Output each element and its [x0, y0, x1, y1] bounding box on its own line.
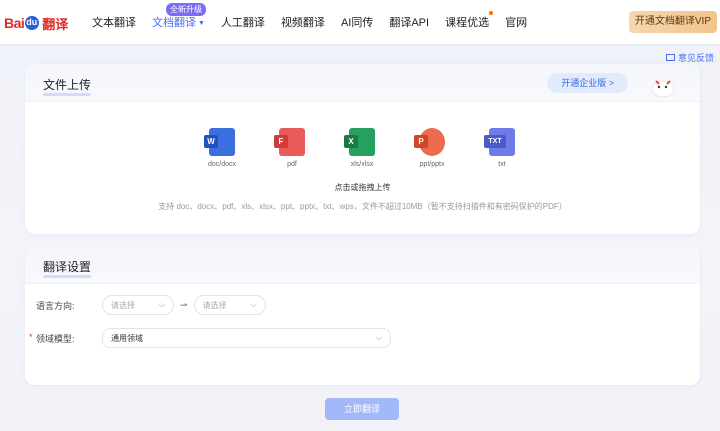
nav-label: 视频翻译 — [280, 17, 325, 29]
paw-icon — [25, 16, 40, 30]
nav-text-translate[interactable]: 文本翻译 — [92, 14, 136, 30]
word-icon: W — [204, 128, 235, 156]
main-nav: 文本翻译 全新升级 文档翻译 ▼ 人工翻译 视频翻译 AI同传 翻译API 课程优… — [92, 0, 543, 44]
domain-label: * 领域模型: — [29, 332, 102, 345]
txt-type: TXT txt — [472, 128, 532, 168]
file-type-icons: W doc/docx F pdf X xls/xlsx P ppt/pptx T… — [25, 128, 700, 178]
doc-label: doc/docx — [207, 161, 237, 168]
required-mark: * — [29, 331, 33, 342]
domain-model-select[interactable]: 通用领域 ⌵ — [102, 328, 391, 348]
doc-type: W doc/docx — [192, 128, 252, 168]
nav-courses[interactable]: 课程优选 — [445, 11, 494, 30]
feedback-label: 意见反馈 — [677, 53, 714, 63]
pdf-tag: F — [274, 135, 288, 148]
nav-ai-interpret[interactable]: AI同传 — [341, 14, 373, 30]
top-header: Bai 翻译 文本翻译 全新升级 文档翻译▼ 人工翻译 视频翻译 AI同传 翻译… — [0, 0, 720, 44]
mascot-icon — [651, 80, 675, 98]
nav-human-translate[interactable]: 人工翻译 — [221, 14, 265, 30]
pdf-type: F pdf — [262, 128, 322, 168]
txt-icon: TXT — [484, 128, 515, 156]
source-placeholder: 请选择 — [111, 300, 135, 310]
nav-video-translate[interactable]: 视频翻译 — [281, 14, 325, 30]
txt-label: txt — [498, 161, 506, 168]
domain-value: 通用领域 — [111, 333, 143, 343]
notification-dot — [489, 11, 494, 15]
xls-type: X xls/xlsx — [332, 128, 392, 168]
upload-card[interactable]: 文件上传 开通企业版 > W doc/docx F pdf X xls/xlsx — [25, 64, 700, 234]
chevron-down-icon: ⌵ — [250, 300, 257, 309]
domain-model-row: * 领域模型: 通用领域 ⌵ — [29, 328, 391, 348]
baidu-fanyi-logo[interactable]: Bai 翻译 — [4, 12, 68, 34]
word-tag: W — [204, 135, 218, 148]
new-upgrade-badge: 全新升级 — [166, 3, 206, 16]
upload-hint[interactable]: 点击或拖拽上传 — [25, 182, 700, 193]
domain-label-text: 领域模型: — [36, 333, 75, 344]
language-direction-row: 语言方向: 请选择 ⌵ ⇀ 请选择 ⌵ — [36, 295, 266, 315]
settings-card-header: 翻译设置 — [25, 246, 700, 284]
pdf-icon: F — [274, 128, 305, 156]
txt-tag: TXT — [484, 135, 506, 148]
nav-label: 课程优选 — [445, 17, 490, 29]
nav-doc-translate[interactable]: 全新升级 文档翻译 ▼ — [152, 3, 206, 30]
nav-label: 文档翻译 — [152, 17, 196, 29]
vip-button[interactable]: 开通文档翻译VIP — [628, 11, 717, 33]
ppt-label: ppt/pptx — [419, 161, 445, 168]
pdf-label: pdf — [287, 161, 297, 168]
translate-now-button[interactable]: 立即翻译 — [325, 398, 399, 420]
upload-card-header: 文件上传 开通企业版 > — [25, 64, 700, 102]
supported-formats-text: 支持 doc、docx、pdf、xls、xlsx、ppt、pptx、txt、wp… — [158, 202, 567, 211]
nav-label: 人工翻译 — [220, 17, 265, 29]
excel-tag: X — [344, 135, 358, 148]
settings-title: 翻译设置 — [43, 260, 92, 278]
chevron-down-icon: ⌵ — [158, 300, 165, 309]
nav-label: 翻译API — [389, 17, 430, 29]
nav-label: 官网 — [505, 17, 528, 29]
xls-label: xls/xlsx — [350, 161, 374, 168]
excel-icon: X — [344, 128, 375, 156]
feedback-link[interactable]: 意见反馈 — [665, 51, 714, 64]
nav-label: AI同传 — [340, 17, 374, 29]
ppt-icon: P — [414, 128, 445, 156]
logo-text-bai: Bai — [4, 15, 25, 31]
nav-translate-api[interactable]: 翻译API — [389, 14, 429, 30]
caret-down-icon: ▼ — [198, 19, 205, 27]
settings-card: 翻译设置 — [25, 246, 700, 385]
enterprise-button[interactable]: 开通企业版 > — [547, 73, 628, 93]
ppt-type: P ppt/pptx — [402, 128, 462, 168]
direction-label: 语言方向: — [36, 300, 75, 311]
nav-label: 文本翻译 — [92, 17, 136, 29]
upload-title: 文件上传 — [43, 78, 92, 96]
logo-text-fanyi: 翻译 — [42, 16, 69, 32]
mail-icon — [665, 54, 675, 61]
source-language-select[interactable]: 请选择 ⌵ — [102, 295, 174, 315]
chevron-down-icon: ⌵ — [375, 333, 382, 342]
target-language-select[interactable]: 请选择 ⌵ — [193, 295, 266, 315]
nav-official-site[interactable]: 官网 — [505, 14, 527, 30]
target-placeholder: 请选择 — [202, 300, 227, 310]
ppt-tag: P — [414, 135, 428, 148]
swap-arrow-icon[interactable]: ⇀ — [180, 300, 188, 311]
